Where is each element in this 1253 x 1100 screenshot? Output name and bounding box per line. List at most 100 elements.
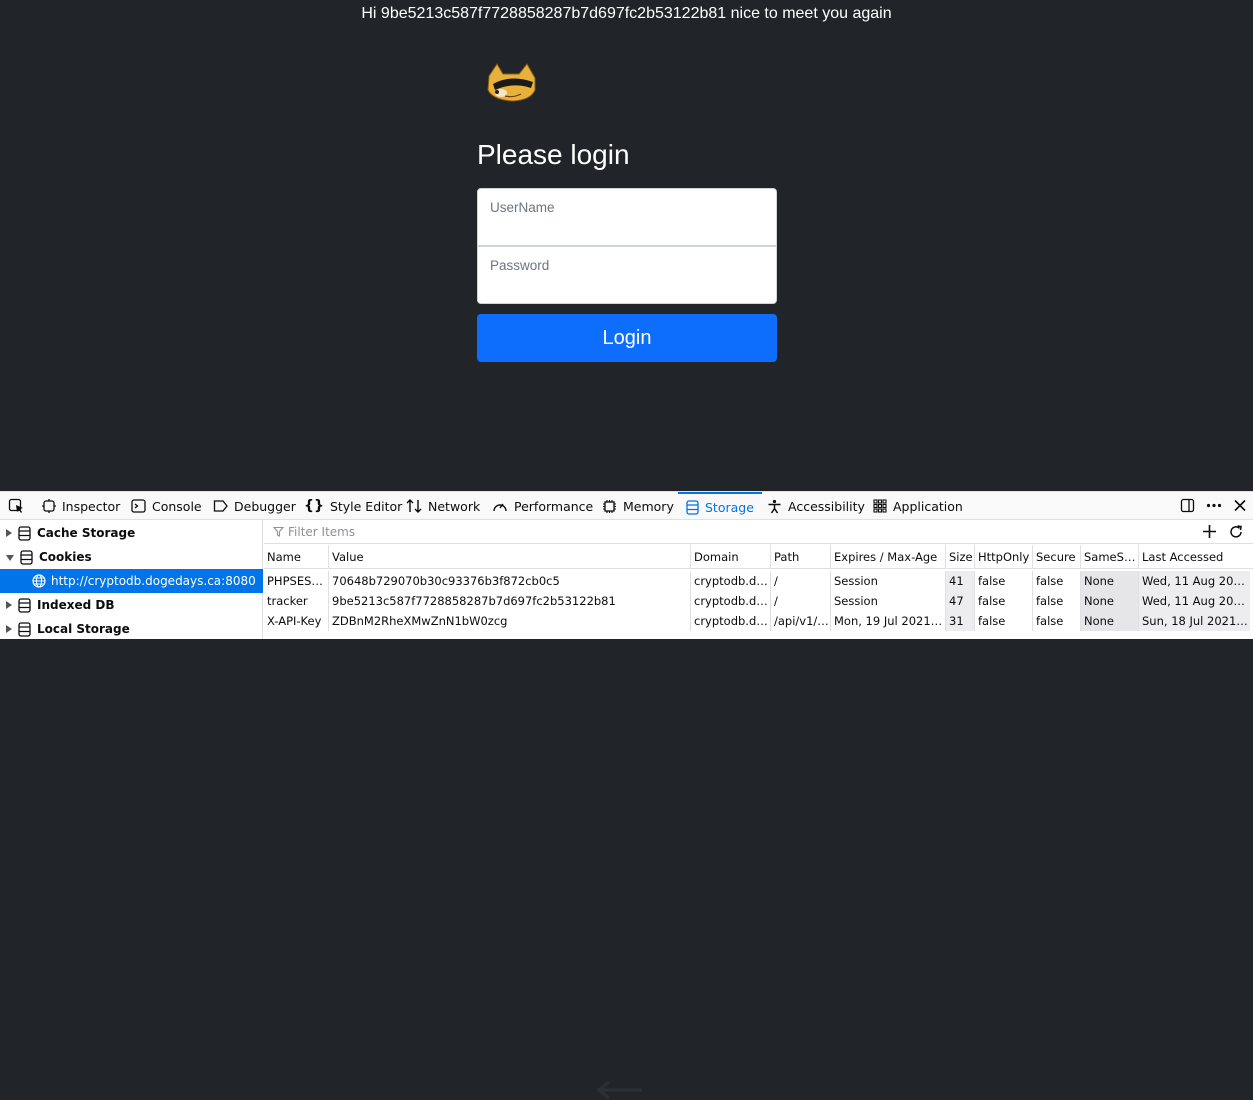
console-icon — [131, 499, 146, 513]
inspector-icon — [42, 499, 56, 513]
greeting-text: Hi 9be5213c587f7728858287b7d697fc2b53122… — [361, 5, 892, 22]
table-row[interactable]: X-API-Key ZDBnM2RheXMwZnN1bW0zcg cryptodb.… — [264, 611, 1253, 631]
cell-name: X-API-Key — [267, 614, 322, 628]
tab-label: Debugger — [234, 498, 296, 514]
picker-icon — [8, 498, 23, 513]
tab-label: Accessibility — [788, 498, 865, 514]
devtools-panel: Inspector Console Debugger {} Style Edit… — [0, 491, 1253, 1100]
filter-icon — [273, 526, 284, 537]
table-row[interactable]: PHPSES… 70648b729070b30c93376b3f872cb0c5 c… — [264, 571, 1253, 591]
tab-storage[interactable]: Storage — [678, 492, 762, 520]
username-label: UserName — [490, 200, 555, 215]
login-button[interactable]: Login — [477, 314, 777, 362]
cell-path: /api/v1/… — [770, 611, 830, 631]
tab-label: Style Editor — [329, 498, 403, 514]
column-header-path[interactable]: Path — [770, 545, 830, 569]
close-icon[interactable] — [1233, 498, 1247, 513]
cell-size: 41 — [945, 571, 974, 591]
cell-samesite: None — [1080, 591, 1138, 611]
expand-icon[interactable] — [6, 529, 12, 537]
tree-label: Cookies — [39, 550, 92, 564]
tab-memory[interactable]: Memory — [602, 492, 674, 520]
password-field[interactable]: Password — [477, 246, 777, 304]
database-icon — [18, 525, 31, 541]
accessibility-icon — [768, 499, 781, 513]
more-options-icon[interactable] — [1206, 498, 1222, 513]
debugger-icon — [213, 500, 228, 512]
tab-label: Performance — [514, 498, 594, 514]
column-header-name[interactable]: Name — [264, 545, 328, 569]
cell-last-accessed: Wed, 11 Aug 2021 … — [1138, 571, 1250, 591]
tab-network[interactable]: Network — [406, 492, 480, 520]
arrow-annotation-icon — [596, 1080, 642, 1100]
filter-bar[interactable]: Filter Items — [264, 520, 1253, 544]
cell-expires: Session — [830, 571, 945, 591]
element-picker-button[interactable] — [8, 492, 30, 520]
column-header-httponly[interactable]: HttpOnly — [974, 545, 1032, 569]
cell-name: tracker — [267, 594, 308, 608]
column-header-last-accessed[interactable]: Last Accessed — [1138, 545, 1250, 569]
table-row[interactable]: tracker 9be5213c587f7728858287b7d697fc2b5… — [264, 591, 1253, 611]
database-icon — [20, 549, 33, 565]
tab-label: Console — [152, 498, 202, 514]
tree-label: Cache Storage — [37, 526, 136, 540]
expand-icon[interactable] — [6, 601, 12, 609]
database-icon — [18, 597, 31, 613]
tree-item-indexed-db[interactable]: Indexed DB — [0, 593, 263, 617]
tab-debugger[interactable]: Debugger — [213, 492, 296, 520]
cell-httponly: false — [974, 611, 1032, 631]
tab-label: Memory — [623, 498, 674, 514]
cell-value: 9be5213c587f7728858287b7d697fc2b53122b81 — [328, 591, 690, 611]
tab-inspector[interactable]: Inspector — [42, 492, 120, 520]
doge-logo — [487, 63, 536, 102]
tree-item-host[interactable]: http://cryptodb.dogedays.ca:8080 — [0, 569, 263, 593]
page-title: Please login — [477, 139, 630, 170]
column-header-domain[interactable]: Domain — [690, 545, 770, 569]
performance-icon — [493, 503, 507, 512]
filter-input[interactable]: Filter Items — [288, 525, 355, 539]
storage-sidebar: Cache Storage Cookies http://cryptodb.do… — [0, 520, 263, 639]
tree-item-local-storage[interactable]: Local Storage — [0, 617, 263, 641]
storage-icon — [686, 499, 699, 515]
cell-domain: cryptodb.d… — [690, 571, 770, 591]
tab-performance[interactable]: Performance — [492, 492, 593, 520]
column-header-value[interactable]: Value — [328, 545, 690, 569]
tab-application[interactable]: Application — [873, 492, 963, 520]
cell-httponly: false — [974, 591, 1032, 611]
column-header-size[interactable]: Size — [945, 545, 974, 569]
globe-icon — [32, 574, 46, 588]
cell-secure: false — [1032, 571, 1080, 591]
cell-last-accessed: Wed, 11 Aug 2021 … — [1138, 591, 1250, 611]
cell-expires: Mon, 19 Jul 2021 1… — [830, 611, 945, 631]
cell-secure: false — [1032, 591, 1080, 611]
column-header-samesite[interactable]: SameSite — [1080, 545, 1138, 569]
refresh-icon[interactable] — [1228, 524, 1244, 540]
network-icon — [406, 499, 422, 513]
tab-console[interactable]: Console — [131, 492, 202, 520]
add-icon[interactable] — [1202, 524, 1217, 539]
application-icon — [873, 499, 887, 513]
cell-path: / — [770, 591, 830, 611]
collapse-icon[interactable] — [6, 555, 14, 561]
braces-icon: {} — [304, 498, 324, 514]
cell-value: 70648b729070b30c93376b3f872cb0c5 — [328, 571, 690, 591]
tab-label: Storage — [705, 499, 754, 515]
column-header-secure[interactable]: Secure — [1032, 545, 1080, 569]
dock-icon[interactable] — [1180, 498, 1195, 513]
column-header-expires[interactable]: Expires / Max-Age — [830, 545, 945, 569]
database-icon — [18, 621, 31, 637]
cell-path: / — [770, 571, 830, 591]
cell-samesite: None — [1080, 611, 1138, 631]
tab-label: Network — [428, 498, 481, 514]
tree-item-cookies[interactable]: Cookies — [0, 545, 263, 569]
cell-domain: cryptodb.d… — [690, 611, 770, 631]
password-label: Password — [490, 258, 550, 273]
cell-samesite: None — [1080, 571, 1138, 591]
tree-label: http://cryptodb.dogedays.ca:8080 — [51, 574, 256, 588]
expand-icon[interactable] — [6, 625, 12, 633]
tab-style-editor[interactable]: {} Style Editor — [304, 492, 402, 520]
tab-label: Application — [893, 498, 963, 514]
username-field[interactable]: UserName — [477, 188, 777, 246]
tree-item-cache-storage[interactable]: Cache Storage — [0, 521, 263, 545]
tab-accessibility[interactable]: Accessibility — [767, 492, 865, 520]
